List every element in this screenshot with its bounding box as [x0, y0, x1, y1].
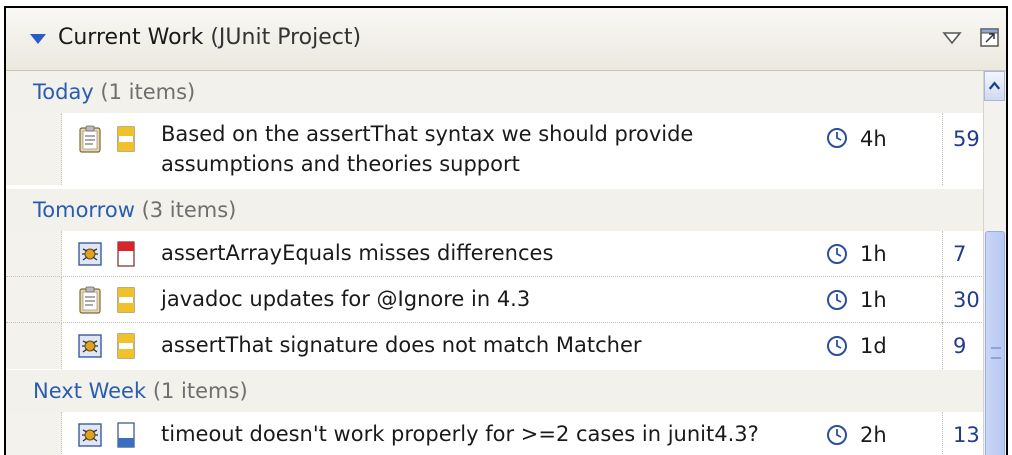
task-estimate: 1d: [860, 334, 887, 358]
task-row-30[interactable]: javadoc updates for @Ignore in 4.3 1h 30: [6, 277, 984, 323]
bug-icon: [78, 242, 102, 266]
vertical-scrollbar[interactable]: [983, 71, 1006, 455]
category-today[interactable]: Today (1 items): [6, 71, 984, 113]
task-id: 13: [953, 423, 980, 447]
priority-p3-icon: [117, 287, 135, 313]
view-title-project: (JUnit Project): [210, 25, 362, 50]
task-row-13[interactable]: timeout doesn't work properly for >=2 ca…: [6, 412, 984, 455]
maximize-icon[interactable]: [978, 26, 1002, 50]
task-id: 59: [953, 127, 980, 151]
task-list-view: Current Work (JUnit Project) Today (1 it…: [4, 6, 1008, 455]
bug-icon: [78, 423, 102, 447]
task-estimate: 1h: [860, 288, 887, 312]
task-row-7[interactable]: assertArrayEquals misses differences 1h …: [6, 231, 984, 277]
task-icon: [79, 125, 101, 153]
bug-icon: [78, 334, 102, 358]
clock-icon: [827, 425, 847, 445]
task-id: 7: [953, 242, 967, 266]
task-id-cell: 9: [942, 323, 987, 369]
clock-icon: [827, 290, 847, 310]
view-header: Current Work (JUnit Project): [6, 8, 1006, 71]
task-id: 30: [953, 288, 980, 312]
task-estimate: 4h: [860, 127, 887, 151]
category-next-week[interactable]: Next Week (1 items): [6, 370, 984, 412]
priority-p3-icon: [117, 126, 135, 152]
scroll-thumb[interactable]: [985, 231, 1005, 455]
task-estimate: 2h: [860, 423, 887, 447]
task-summary: javadoc updates for @Ignore in 4.3: [161, 287, 531, 311]
clock-icon: [827, 336, 847, 356]
clock-icon: [827, 128, 847, 148]
scroll-up-button[interactable]: [984, 71, 1005, 101]
task-estimate: 1h: [860, 242, 887, 266]
task-row-9[interactable]: assertThat signature does not match Matc…: [6, 323, 984, 369]
category-label: Tomorrow (3 items): [33, 198, 237, 222]
category-label: Next Week (1 items): [33, 379, 248, 403]
task-list: Today (1 items) Based on the assertThat …: [6, 71, 984, 455]
task-id-cell: 59: [942, 113, 987, 185]
task-summary: Based on the assertThat syntax we should…: [161, 122, 694, 176]
task-summary: assertThat signature does not match Matc…: [161, 333, 642, 357]
task-id-cell: 13: [942, 412, 987, 455]
task-summary: timeout doesn't work properly for >=2 ca…: [161, 422, 759, 446]
priority-p3-icon: [117, 333, 135, 359]
category-tomorrow[interactable]: Tomorrow (3 items): [6, 189, 984, 231]
view-title-label: Current Work: [58, 25, 204, 50]
view-menu-icon[interactable]: [940, 26, 964, 50]
priority-p5-icon: [117, 422, 135, 448]
chevron-up-icon: [988, 81, 1001, 90]
priority-p1-icon: [117, 241, 135, 267]
task-id-cell: 30: [942, 277, 987, 323]
collapse-triangle-icon[interactable]: [30, 34, 46, 44]
category-label: Today (1 items): [33, 80, 196, 104]
clock-icon: [827, 244, 847, 264]
task-row-59[interactable]: Based on the assertThat syntax we should…: [6, 113, 984, 185]
task-id-cell: 7: [942, 231, 987, 277]
view-title: Current Work (JUnit Project): [58, 25, 361, 50]
grip-icon: [991, 347, 1001, 359]
task-summary: assertArrayEquals misses differences: [161, 241, 554, 265]
task-icon: [79, 286, 101, 314]
task-id: 9: [953, 334, 967, 358]
